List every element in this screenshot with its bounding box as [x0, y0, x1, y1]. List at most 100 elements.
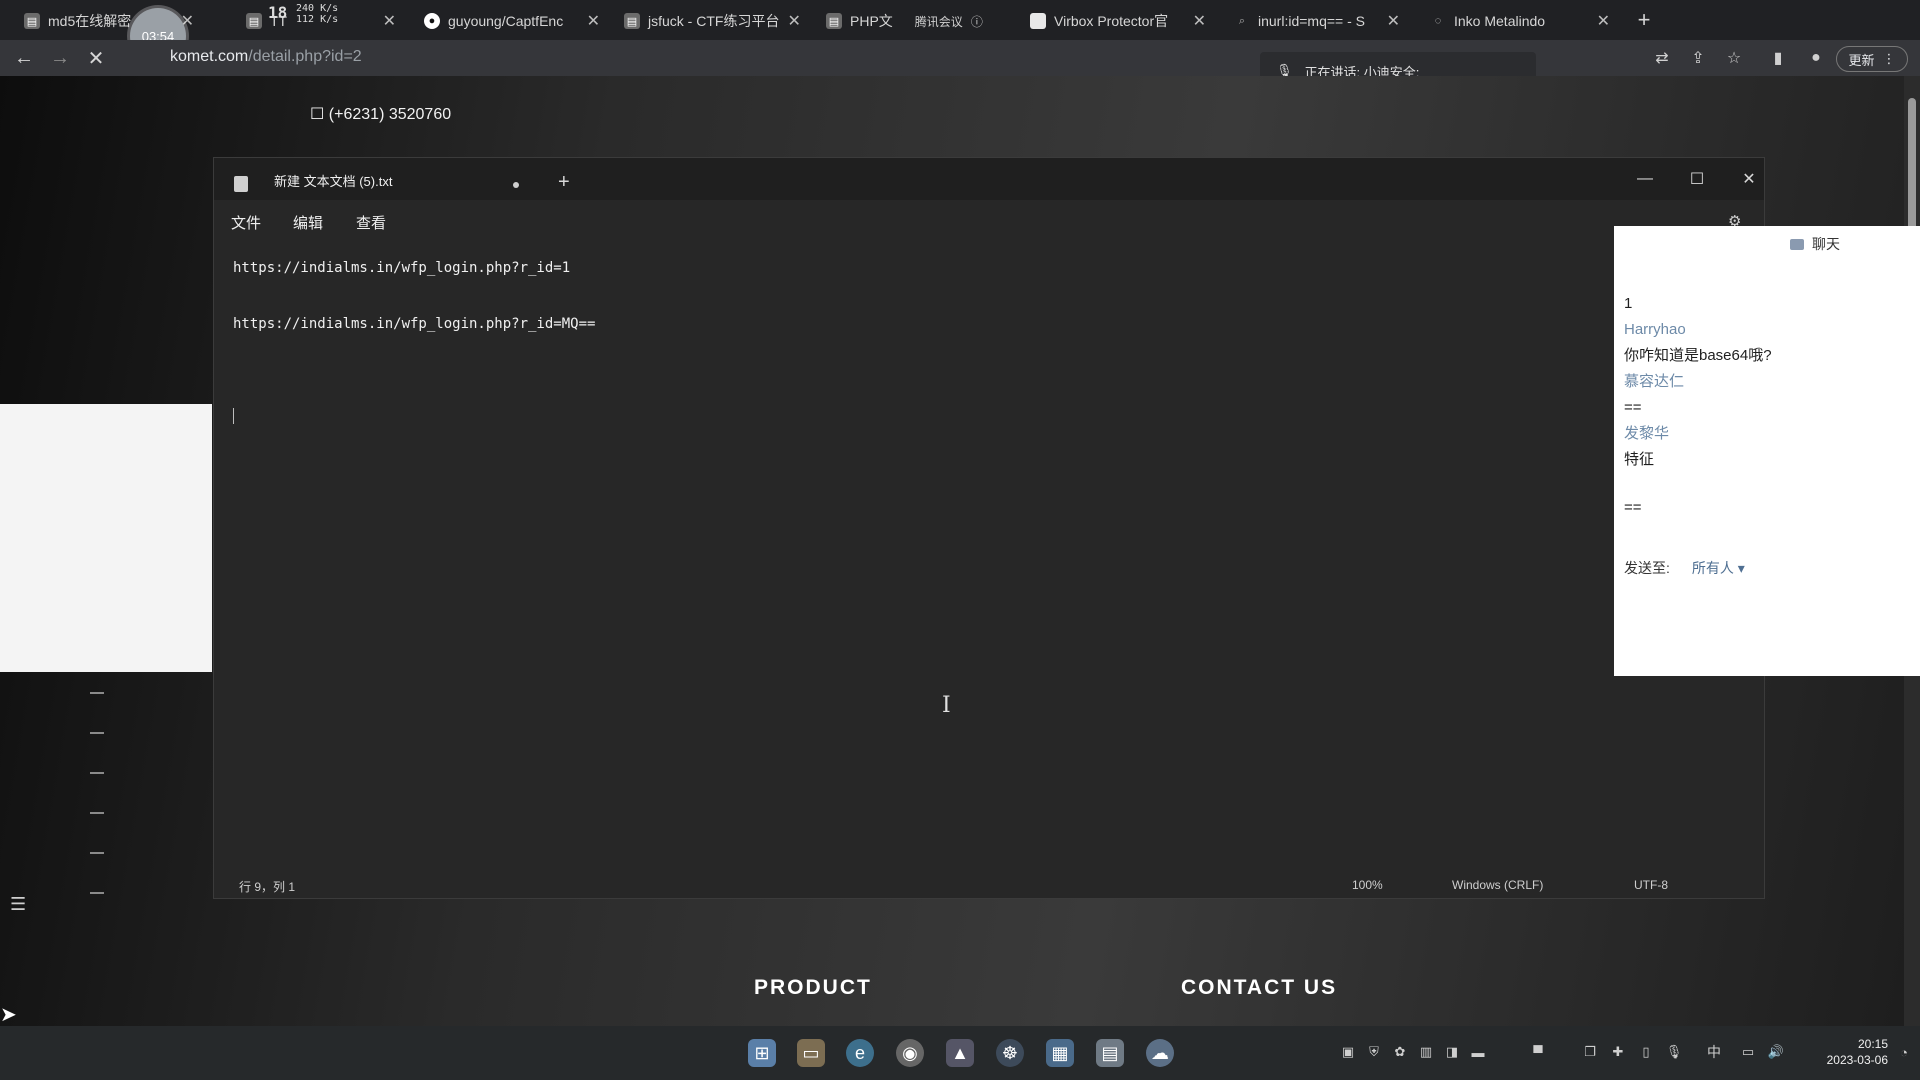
notepad-new-tab-button[interactable]: +: [558, 171, 570, 194]
document-icon: ▤: [826, 13, 842, 29]
cursor-position: 行 9，列 1: [239, 880, 296, 894]
encoding[interactable]: UTF-8: [1634, 878, 1668, 892]
info-icon: ⓘ: [970, 14, 983, 29]
ibeam-cursor-icon: I: [942, 693, 951, 718]
microphone-icon[interactable]: 🎙: [1666, 1044, 1683, 1060]
steam-icon[interactable]: ☸: [996, 1039, 1024, 1067]
shield-icon[interactable]: ⛨: [1366, 1044, 1382, 1060]
text-caret: [233, 408, 234, 424]
chat-message: Harryhao 你咋知道是base64哦?: [1624, 318, 1904, 368]
divider: [90, 892, 104, 894]
photos-icon[interactable]: ▦: [1046, 1039, 1074, 1067]
close-icon[interactable]: ✕: [1597, 11, 1610, 31]
ime-indicator[interactable]: 中: [1706, 1044, 1722, 1060]
volume-icon[interactable]: 🔊: [1768, 1044, 1784, 1060]
usb-icon[interactable]: ▯: [1638, 1044, 1654, 1060]
list-menu-icon[interactable]: ☰: [10, 894, 26, 915]
copy-icon[interactable]: ❐: [1582, 1044, 1598, 1060]
side-panel-icon[interactable]: ▮: [1768, 48, 1788, 68]
share-icon[interactable]: ⇪: [1688, 48, 1708, 68]
browser-tab-github[interactable]: ● guyoung/CaptfEnc ✕: [414, 6, 610, 36]
chat-message-list: 1 Harryhao 你咋知道是base64哦? 慕容达仁 == 发黎华 特征 …: [1624, 292, 1904, 520]
document-icon: ▤: [624, 13, 640, 29]
document-icon: [1030, 13, 1046, 29]
tencent-meeting-icon[interactable]: ☁: [1146, 1039, 1174, 1067]
tray-app-icon[interactable]: ▀: [1530, 1044, 1546, 1060]
tab-title: PHP文: [850, 13, 893, 29]
bookmark-star-icon[interactable]: ☆: [1724, 48, 1744, 68]
file-explorer-icon[interactable]: ▭: [797, 1039, 825, 1067]
network-icon[interactable]: ▭: [1740, 1044, 1756, 1060]
network-speed-widget: 18 240 K/s 112 K/s: [268, 3, 339, 25]
text-line[interactable]: https://indialms.in/wfp_login.php?r_id=1: [233, 260, 570, 276]
browser-toolbar: ← → ✕ komet.com/detail.php?id=2 ⇄ ⇪ ☆ ▮ …: [0, 40, 1920, 76]
browser-tab-virbox[interactable]: Virbox Protector官 ✕: [1020, 6, 1216, 36]
search-icon: ⌕: [1238, 14, 1246, 27]
tray-app-icon[interactable]: ✚: [1610, 1044, 1626, 1060]
message-sender: 发黎华: [1624, 425, 1670, 442]
maximize-icon[interactable]: ☐: [1682, 166, 1712, 192]
menu-edit[interactable]: 编辑: [293, 212, 323, 233]
chat-message: 1: [1624, 292, 1904, 316]
chat-message: 发黎华 特征: [1624, 422, 1904, 472]
zoom-level[interactable]: 100%: [1352, 878, 1383, 892]
tray-app-icon[interactable]: ◨: [1444, 1044, 1460, 1060]
footer-heading-contact: CONTACT US: [1181, 976, 1338, 999]
browser-tab-inko[interactable]: ◌ Inko Metalindo ✕: [1420, 6, 1620, 36]
menu-view[interactable]: 查看: [356, 212, 386, 233]
message-sender: 慕容达仁: [1624, 373, 1685, 390]
menu-file[interactable]: 文件: [231, 212, 261, 233]
chat-header: 聊天: [1790, 234, 1840, 254]
chrome-browser-icon[interactable]: ◉: [896, 1039, 924, 1067]
tab-title: jsfuck - CTF练习平台: [648, 13, 780, 29]
close-icon[interactable]: ✕: [1193, 11, 1206, 31]
browser-tab-bar: ▤ md5在线解密 ✕ ▤ TT ✕ ● guyoung/CaptfEnc ✕ …: [0, 0, 1920, 64]
divider: [90, 772, 104, 774]
new-tab-button[interactable]: +: [1630, 6, 1658, 34]
document-icon: ▤: [246, 13, 262, 29]
close-icon[interactable]: ✕: [587, 11, 600, 31]
tab-title: inurl:id=mq== - S: [1258, 13, 1365, 29]
forward-icon[interactable]: →: [48, 46, 72, 70]
close-icon[interactable]: ✕: [383, 11, 396, 31]
send-to-dropdown[interactable]: 所有人 ▾: [1692, 558, 1745, 578]
browser-tab-php[interactable]: ▤ PHP文 腾讯会议 ⓘ: [816, 6, 1016, 36]
stop-loading-icon[interactable]: ✕: [84, 46, 108, 70]
tray-app-icon[interactable]: ▣: [1340, 1044, 1356, 1060]
system-clock[interactable]: 20:15 2023-03-06: [1798, 1036, 1888, 1068]
network-upload-speed: 240 K/s: [296, 3, 339, 14]
close-icon[interactable]: ✕: [1387, 11, 1400, 31]
line-ending[interactable]: Windows (CRLF): [1452, 878, 1543, 892]
close-icon[interactable]: ✕: [787, 11, 800, 31]
address-bar[interactable]: komet.com/detail.php?id=2: [170, 48, 362, 66]
message-text: 1: [1624, 295, 1633, 312]
text-line[interactable]: https://indialms.in/wfp_login.php?r_id=M…: [233, 316, 595, 332]
store-icon[interactable]: ▲: [946, 1039, 974, 1067]
update-button[interactable]: 更新 ⋮: [1836, 46, 1908, 72]
notification-icon[interactable]: ◔: [1896, 1044, 1912, 1060]
browser-tab-jsfuck[interactable]: ▤ jsfuck - CTF练习平台 ✕: [614, 6, 810, 36]
tab-title: Inko Metalindo: [1454, 13, 1546, 29]
taskbar: ⊞ ▭ e ◉ ▲ ☸ ▦ ▤ ☁ ▣ ⛨ ✿ ▥ ◨ ▬ ▀ ❐ ✚ ▯ 🎙 …: [0, 1026, 1920, 1080]
loading-icon: ◌: [1434, 15, 1442, 27]
minimize-icon[interactable]: —: [1630, 166, 1660, 192]
url-path: /detail.php?id=2: [248, 48, 362, 65]
profile-icon[interactable]: ●: [1806, 48, 1826, 68]
start-menu-icon[interactable]: ⊞: [748, 1039, 776, 1067]
browser-tab-search[interactable]: ⌕ inurl:id=mq== - S ✕: [1224, 6, 1410, 36]
tray-app-icon[interactable]: ▬: [1470, 1044, 1486, 1060]
url-host: komet.com: [170, 48, 249, 65]
close-window-icon[interactable]: ✕: [1734, 166, 1764, 192]
message-text: ==: [1624, 499, 1642, 516]
divider: [90, 732, 104, 734]
edge-browser-icon[interactable]: e: [846, 1039, 874, 1067]
tray-app-icon[interactable]: ▥: [1418, 1044, 1434, 1060]
back-icon[interactable]: ←: [12, 46, 36, 70]
send-to-label: 发送至:: [1624, 560, 1670, 576]
notepad-tab-title[interactable]: 新建 文本文档 (5).txt: [274, 171, 392, 190]
tray-app-icon[interactable]: ✿: [1392, 1044, 1408, 1060]
translate-icon[interactable]: ⇄: [1652, 48, 1672, 68]
notepad-taskbar-icon[interactable]: ▤: [1096, 1039, 1124, 1067]
divider: [90, 692, 104, 694]
update-label: 更新: [1848, 52, 1875, 68]
